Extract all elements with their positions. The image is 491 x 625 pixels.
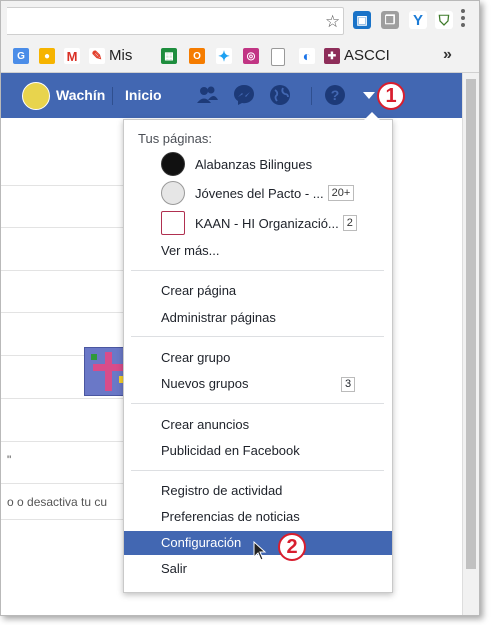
divider bbox=[1, 185, 125, 186]
help-question-icon[interactable]: ? bbox=[323, 83, 347, 107]
bookmark-mis[interactable]: Mis bbox=[109, 47, 132, 64]
scrollbar-thumb[interactable] bbox=[466, 79, 476, 569]
copy-extension-icon[interactable]: ❐ bbox=[381, 11, 399, 29]
create-group-item[interactable]: Crear grupo bbox=[124, 346, 392, 370]
bookmarks-more-button[interactable]: » bbox=[443, 46, 452, 64]
page-name: KAAN - HI Organizació... bbox=[195, 215, 339, 231]
background-quote: " bbox=[7, 453, 12, 467]
news-feed-preferences-item[interactable]: Preferencias de noticias bbox=[124, 505, 392, 529]
keep-bookmark-icon[interactable]: ● bbox=[39, 48, 55, 64]
user-avatar[interactable] bbox=[22, 82, 50, 110]
new-groups-count: 3 bbox=[341, 377, 356, 392]
page-name: Alabanzas Bilingues bbox=[195, 156, 313, 172]
messenger-icon[interactable] bbox=[232, 83, 256, 107]
sync-bookmark-icon[interactable]: ◐ bbox=[299, 48, 315, 64]
twitter-bookmark-icon[interactable]: ✦ bbox=[216, 48, 232, 64]
shield-extension-icon[interactable]: ⛉ bbox=[435, 11, 453, 29]
address-bar-area: ☆ ▣ ❐ Y ⛉ bbox=[1, 1, 479, 38]
bookmark-link-icon[interactable]: ✎ bbox=[89, 48, 105, 64]
browser-window: ☆ ▣ ❐ Y ⛉ G ● M ✎ Mis ▦ O ✦ ◎ ◐ ✚ ASCCI … bbox=[0, 0, 480, 616]
page-avatar-icon bbox=[161, 152, 185, 176]
facebook-advertising-item[interactable]: Publicidad en Facebook bbox=[124, 439, 392, 463]
account-menu-chevron-down-icon[interactable] bbox=[363, 92, 375, 99]
page-avatar-icon bbox=[161, 211, 185, 235]
page-avatar-icon bbox=[161, 181, 185, 205]
menu-divider bbox=[131, 470, 384, 471]
yoast-extension-icon[interactable]: Y bbox=[409, 11, 427, 29]
menu-pointer bbox=[364, 112, 380, 120]
divider bbox=[1, 227, 125, 228]
sheets-bookmark-icon[interactable]: ▦ bbox=[161, 48, 177, 64]
omnibox[interactable]: ☆ bbox=[7, 7, 344, 35]
translate-bookmark-icon[interactable]: G bbox=[13, 48, 29, 64]
save-extension-icon[interactable]: ▣ bbox=[353, 11, 371, 29]
page-item-jovenes[interactable]: Jóvenes del Pacto - ... 20+ bbox=[161, 181, 355, 205]
create-ads-item[interactable]: Crear anuncios bbox=[124, 413, 392, 437]
activity-log-item[interactable]: Registro de actividad bbox=[124, 479, 392, 503]
friend-requests-icon[interactable] bbox=[195, 83, 219, 107]
page-scrollbar[interactable] bbox=[462, 73, 479, 615]
divider bbox=[1, 398, 125, 399]
page-item-alabanzas[interactable]: Alabanzas Bilingues bbox=[161, 152, 312, 176]
menu-divider bbox=[131, 270, 384, 271]
account-dropdown-menu: Tus páginas: Alabanzas Bilingues Jóvenes… bbox=[123, 112, 393, 593]
bookmarks-bar: G ● M ✎ Mis ▦ O ✦ ◎ ◐ ✚ ASCCI » bbox=[1, 38, 479, 73]
bookmark-ascci[interactable]: ASCCI bbox=[344, 47, 390, 64]
divider bbox=[311, 87, 312, 105]
page-notification-count: 20+ bbox=[327, 185, 355, 201]
divider bbox=[1, 519, 125, 520]
browser-menu-icon[interactable] bbox=[461, 9, 465, 30]
page-item-kaan[interactable]: KAAN - HI Organizació... 2 bbox=[161, 211, 357, 235]
gmail-bookmark-icon[interactable]: M bbox=[64, 48, 80, 64]
office-bookmark-icon[interactable]: O bbox=[189, 48, 205, 64]
divider bbox=[112, 87, 113, 105]
create-page-item[interactable]: Crear página bbox=[124, 279, 392, 303]
document-bookmark-icon[interactable] bbox=[271, 48, 285, 66]
manage-pages-item[interactable]: Administrar páginas bbox=[124, 306, 392, 330]
menu-divider bbox=[131, 336, 384, 337]
mouse-cursor-icon bbox=[253, 541, 267, 561]
divider bbox=[1, 312, 125, 313]
bookmark-star-icon[interactable]: ☆ bbox=[325, 12, 340, 32]
home-link[interactable]: Inicio bbox=[125, 87, 162, 103]
new-groups-label: Nuevos grupos bbox=[161, 376, 249, 391]
new-groups-item[interactable]: Nuevos grupos 3 bbox=[124, 372, 392, 396]
divider bbox=[1, 483, 125, 484]
see-more-pages-link[interactable]: Ver más... bbox=[124, 239, 392, 263]
ascci-bookmark-icon[interactable]: ✚ bbox=[324, 48, 340, 64]
divider bbox=[1, 270, 125, 271]
page-name: Jóvenes del Pacto - ... bbox=[195, 185, 324, 201]
svg-text:?: ? bbox=[331, 87, 340, 103]
instagram-bookmark-icon[interactable]: ◎ bbox=[243, 48, 259, 64]
divider bbox=[1, 441, 125, 442]
your-pages-header: Tus páginas: bbox=[138, 131, 212, 146]
page-notification-count: 2 bbox=[342, 215, 357, 231]
step-marker-2: 2 bbox=[278, 533, 306, 561]
notifications-globe-icon[interactable] bbox=[268, 83, 292, 107]
step-marker-1: 1 bbox=[377, 82, 405, 110]
profile-name-link[interactable]: Wachín bbox=[56, 87, 105, 103]
menu-divider bbox=[131, 403, 384, 404]
background-cut-text: o o desactiva tu cu bbox=[7, 495, 108, 509]
